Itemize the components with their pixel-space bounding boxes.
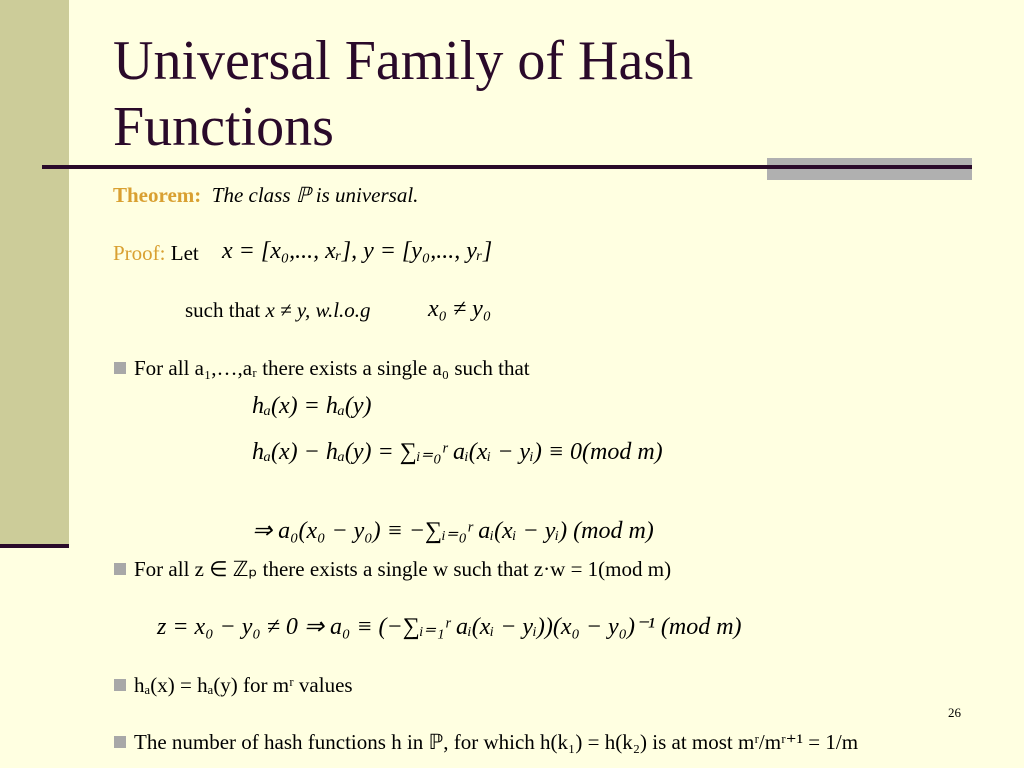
theorem-label: Theorem: (113, 183, 202, 207)
cond-formula: x₀ ≠ y₀ (428, 296, 492, 322)
cond: x ≠ y, w.l.o.g (265, 298, 371, 322)
proof-line: Proof: Let (113, 241, 199, 266)
bullet-square-icon (114, 563, 126, 575)
equation-2: hₐ(x) − hₐ(y) = ∑ᵢ₌₀ʳ aᵢ(xᵢ − yᵢ) ≡ 0(mo… (252, 439, 663, 465)
bullet-1: For all a₁,…,aᵣ there exists a single a₀… (114, 356, 530, 381)
title-accent-box (767, 158, 972, 180)
bullet-text: For all z ∈ ℤₚ there exists a single w s… (134, 557, 672, 581)
sidebar-divider (0, 544, 69, 548)
bullet-square-icon (114, 362, 126, 374)
title-rule (42, 165, 972, 169)
page-number: 26 (948, 705, 961, 720)
bullet-2: For all z ∈ ℤₚ there exists a single w s… (114, 557, 671, 582)
bullet-3: hₐ(x) = hₐ(y) for mʳ values (114, 673, 353, 698)
proof-formula: x = [x₀,..., xᵣ], y = [y₀,..., yᵣ] (222, 238, 493, 264)
slide-title: Universal Family of Hash Functions (113, 30, 694, 158)
bullet-text: For all a₁,…,aᵣ there exists a single a₀… (134, 356, 530, 380)
theorem-line: Theorem: The class ℙ is universal. (113, 183, 418, 208)
cond-text: such that (185, 298, 261, 322)
bullet-square-icon (114, 736, 126, 748)
sidebar-decoration (0, 0, 69, 545)
bullet-square-icon (114, 679, 126, 691)
equation-3: ⇒ a₀(x₀ − y₀) ≡ −∑ᵢ₌₀ʳ aᵢ(xᵢ − yᵢ) (mod … (252, 518, 654, 544)
theorem-text: The class ℙ is universal. (211, 183, 419, 207)
equation-4: z = x₀ − y₀ ≠ 0 ⇒ a₀ ≡ (−∑ᵢ₌₁ʳ aᵢ(xᵢ − y… (157, 614, 742, 640)
bullet-4: The number of hash functions h in ℙ, for… (114, 730, 858, 755)
equation-1: hₐ(x) = hₐ(y) (252, 393, 372, 419)
proof-let: Let (170, 241, 199, 265)
bullet-text: The number of hash functions h in ℙ, for… (134, 730, 859, 754)
bullet-text: hₐ(x) = hₐ(y) for mʳ values (134, 673, 353, 697)
proof-condition: such that x ≠ y, w.l.o.g (185, 298, 371, 323)
proof-label: Proof: (113, 241, 166, 265)
